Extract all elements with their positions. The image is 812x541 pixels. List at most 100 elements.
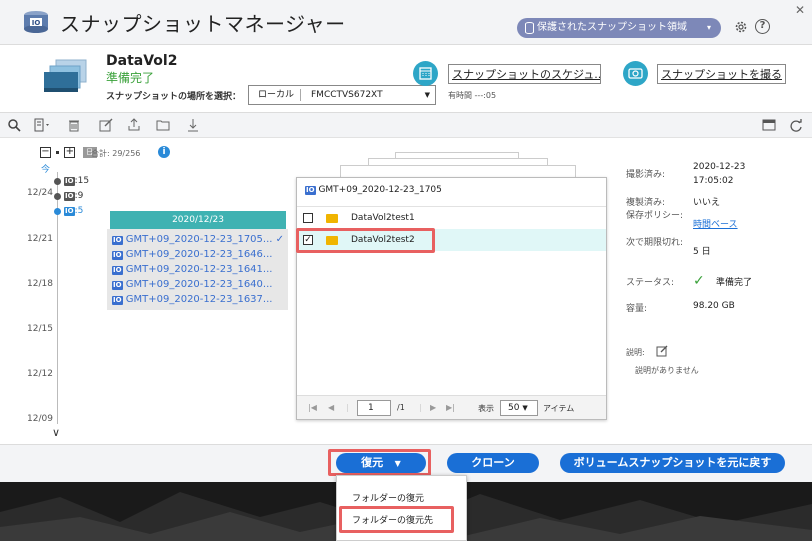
timeline-date: 12/15 — [27, 324, 53, 334]
pager-divider: | — [419, 403, 422, 412]
dot-icon — [56, 151, 60, 154]
menu-item-restore-folder[interactable]: フォルダーの復元 — [352, 491, 424, 504]
trash-icon[interactable] — [67, 118, 81, 132]
download-icon[interactable] — [186, 118, 200, 132]
file-browser-popup — [296, 177, 607, 420]
taken-date: 2020-12-23 — [693, 162, 746, 172]
check-icon: ✓ — [275, 234, 285, 245]
timeline-tag[interactable]: IO:9 — [64, 191, 83, 201]
revert-snapshot-button[interactable]: ボリュームスナップショットを元に戻す — [560, 453, 785, 473]
select-divider — [300, 89, 301, 101]
snapshot-manager-icon: IO — [24, 11, 48, 33]
timeline-date: 12/09 — [27, 414, 53, 424]
snapshot-name: GMT+09_2020-12-23_1640... — [125, 279, 273, 290]
timeline-date: 12/24 — [27, 188, 53, 198]
taken-time: 17:05:02 — [693, 176, 734, 186]
snapshot-name: GMT+09_2020-12-23_1705... — [125, 234, 273, 245]
first-page-icon[interactable]: |◀ — [308, 403, 317, 412]
location-device: FMCCTVS672XT — [311, 90, 383, 100]
per-page-select[interactable]: 50 ▼ — [500, 400, 538, 416]
folder-name[interactable]: DataVol2test1 — [351, 213, 415, 223]
replicated-value: いいえ — [693, 198, 721, 208]
calendar-icon[interactable] — [413, 61, 438, 86]
volume-name: DataVol2 — [106, 53, 178, 69]
location-select[interactable]: ローカル FMCCTVS672XT ▼ — [248, 85, 436, 105]
timeline-tag-label: :15 — [74, 176, 90, 186]
expire-label: 次で期限切れ: — [626, 238, 684, 248]
expire-value: 5 日 — [693, 247, 711, 257]
next-page-icon[interactable]: ▶ — [430, 403, 436, 412]
gear-icon[interactable] — [734, 20, 748, 34]
close-icon[interactable]: ✕ — [795, 3, 805, 17]
location-type: ローカル — [258, 90, 295, 100]
schedule-button[interactable]: スナップショットのスケジュ... — [448, 64, 601, 84]
location-label: スナップショットの場所を選択： — [106, 92, 242, 102]
snapshot-io-icon: IO — [64, 192, 75, 201]
snapshot-row[interactable]: IO GMT+09_2020-12-23_1646... — [112, 249, 272, 260]
window-icon[interactable] — [762, 118, 776, 132]
snapshot-io-icon: IO — [112, 281, 123, 290]
items-label: アイテム — [543, 404, 575, 413]
pagination: |◀ ◀ | 1 /1 | ▶ ▶| 表示 50 ▼ アイテム — [297, 395, 606, 419]
search-icon[interactable] — [7, 118, 21, 132]
snapshot-io-icon: IO — [64, 177, 75, 186]
per-page-value: 50 — [508, 403, 520, 413]
folder-icon[interactable] — [156, 118, 170, 132]
columns-icon[interactable] — [34, 118, 52, 132]
capacity-value: 98.20 GB — [693, 301, 735, 311]
snapshot-row[interactable]: IO GMT+09_2020-12-23_1637... — [112, 294, 272, 305]
status-value: 準備完了 — [716, 278, 753, 288]
info-icon[interactable]: i — [158, 146, 170, 158]
stacked-card — [340, 165, 576, 177]
policy-label: 保存ポリシー: — [626, 211, 684, 221]
upload-icon[interactable] — [127, 118, 141, 132]
highlight-box — [296, 228, 435, 253]
last-page-icon[interactable]: ▶| — [446, 403, 455, 412]
help-icon[interactable]: ? — [755, 19, 770, 34]
camera-icon[interactable] — [623, 61, 648, 86]
collapse-icon[interactable]: − — [40, 147, 51, 158]
folder-checkbox[interactable] — [303, 213, 313, 223]
snapshot-io-icon: IO — [64, 207, 75, 216]
chevron-down-icon[interactable]: ∨ — [52, 426, 60, 439]
page-input[interactable]: 1 — [357, 400, 391, 416]
timeline-dot[interactable] — [54, 193, 61, 200]
policy-link[interactable]: 時間ベース — [693, 217, 738, 230]
edit-icon[interactable] — [656, 345, 668, 357]
protected-region-label: 保護されたスナップショット領域 — [537, 22, 687, 33]
page-total: /1 — [397, 403, 405, 412]
timeline-tag-selected[interactable]: IO:5 — [64, 206, 83, 216]
timeline-tag[interactable]: IO:15 — [64, 176, 89, 186]
pager-divider: | — [346, 403, 349, 412]
description-label: 説明: — [626, 348, 645, 357]
divider — [297, 206, 606, 207]
timeline-dot-selected[interactable] — [54, 208, 61, 215]
timeline-tag-label: :9 — [74, 191, 84, 201]
highlight-box — [328, 449, 431, 476]
edit-icon[interactable] — [99, 118, 113, 132]
expand-icon[interactable]: + — [64, 147, 76, 158]
timeline-now: 今 — [41, 165, 51, 175]
clone-button[interactable]: クローン — [447, 453, 539, 473]
snapshot-row-selected[interactable]: IO GMT+09_2020-12-23_1705... ✓ — [112, 234, 284, 245]
database-icon — [525, 22, 534, 34]
file-browser-title-text: GMT+09_2020-12-23_1705 — [318, 185, 442, 195]
prev-page-icon[interactable]: ◀ — [328, 403, 334, 412]
status-check-icon: ✓ — [693, 273, 705, 289]
snapshot-row[interactable]: IO GMT+09_2020-12-23_1641... — [112, 264, 272, 275]
timeline-total: 合計: 29/256 — [91, 149, 141, 158]
timeline-tag-label: :5 — [74, 206, 84, 216]
snapshot-io-icon: IO — [112, 236, 123, 245]
timeline-dot[interactable] — [54, 178, 61, 185]
app-title: スナップショットマネージャー — [60, 12, 346, 36]
snapshot-row[interactable]: IO GMT+09_2020-12-23_1640... — [112, 279, 272, 290]
show-label: 表示 — [478, 404, 494, 413]
take-snapshot-button[interactable]: スナップショットを撮る — [657, 64, 786, 84]
svg-text:IO: IO — [32, 19, 41, 27]
highlight-box — [339, 506, 454, 533]
refresh-icon[interactable] — [789, 118, 803, 132]
toolbar — [0, 112, 812, 138]
chevron-down-icon: ▼ — [522, 404, 528, 412]
timeline-date: 12/12 — [27, 369, 53, 379]
protected-region-button[interactable]: 保護されたスナップショット領域 ▾ — [517, 18, 721, 38]
